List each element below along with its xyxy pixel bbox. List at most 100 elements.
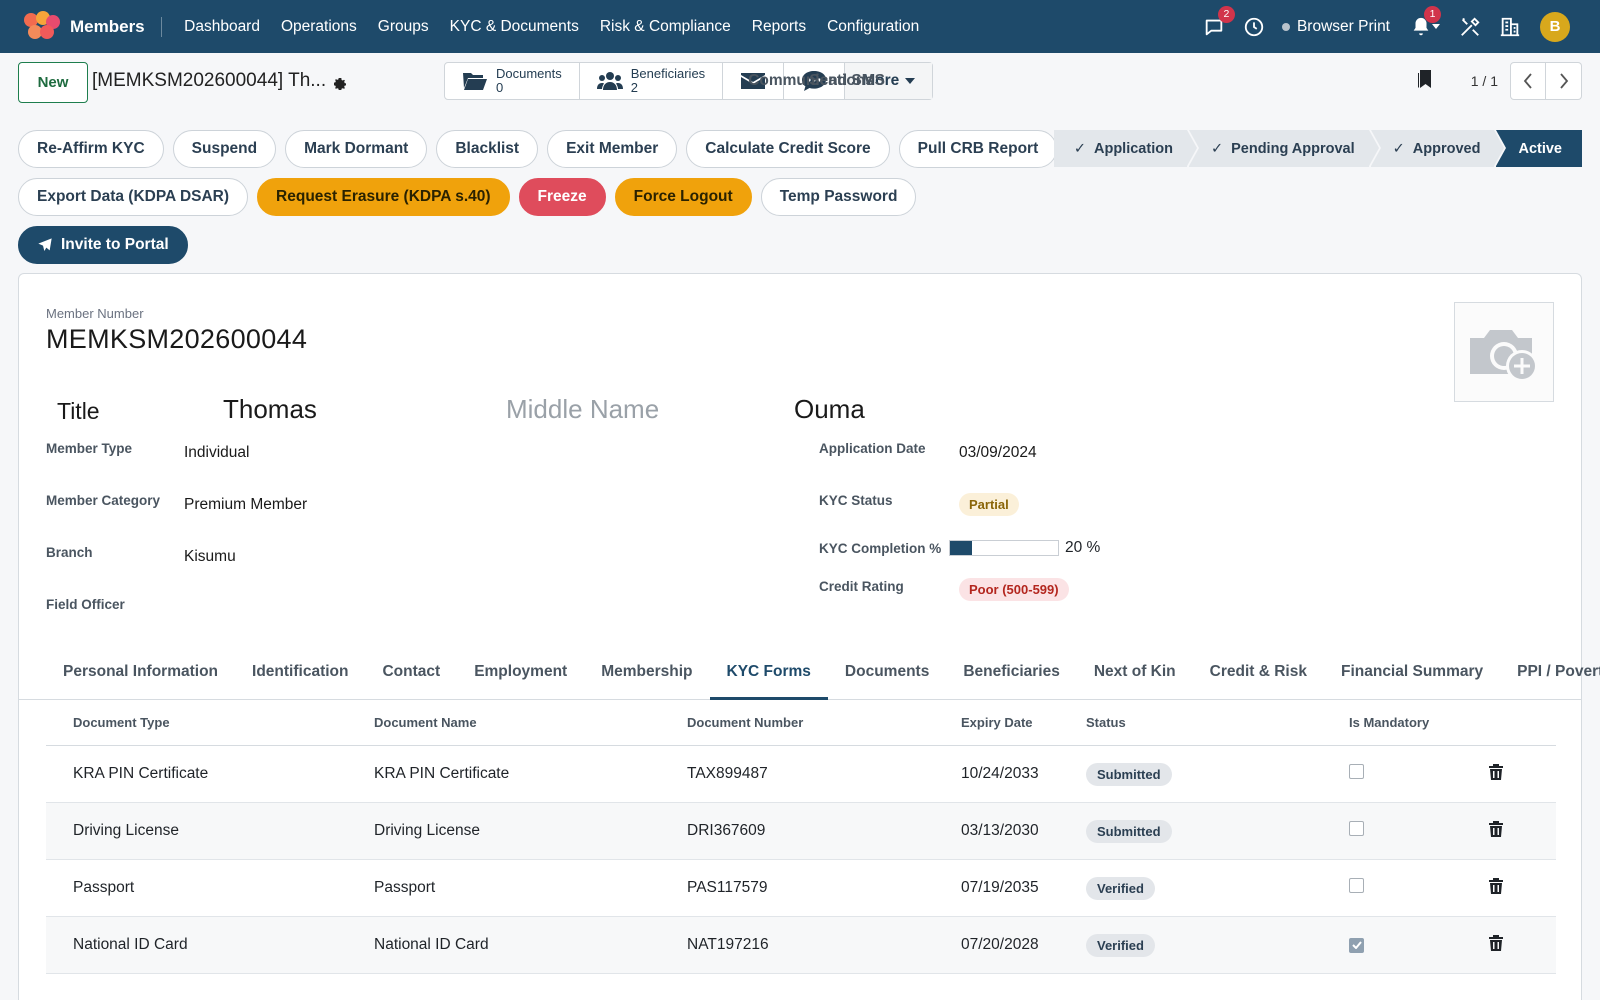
mandatory-checkbox[interactable] xyxy=(1349,937,1364,953)
mark-dormant-button[interactable]: Mark Dormant xyxy=(285,130,428,168)
menu-operations[interactable]: Operations xyxy=(270,18,367,36)
notifications-badge: 1 xyxy=(1424,5,1441,23)
table-row[interactable]: KRA PIN Certificate KRA PIN Certificate … xyxy=(46,746,1556,803)
mandatory-checkbox[interactable] xyxy=(1349,878,1364,893)
communications-smart-button[interactable]: Communications xyxy=(723,63,874,99)
gear-icon[interactable] xyxy=(332,76,348,96)
col-document-name[interactable]: Document Name xyxy=(374,715,687,730)
tab-membership[interactable]: Membership xyxy=(584,650,709,700)
member-category-field[interactable]: Premium Member xyxy=(184,496,307,514)
trash-icon[interactable] xyxy=(1489,877,1503,894)
tab-credit-risk[interactable]: Credit & Risk xyxy=(1193,650,1324,700)
user-avatar[interactable]: B xyxy=(1540,11,1570,42)
messages-icon[interactable]: 2 xyxy=(1202,5,1235,39)
force-logout-button[interactable]: Force Logout xyxy=(614,178,752,216)
camera-plus-icon xyxy=(1470,330,1538,382)
status-badge: Submitted xyxy=(1086,819,1172,843)
app-brand[interactable]: Members xyxy=(22,0,162,53)
title-field[interactable]: Title xyxy=(57,398,100,425)
tab-kyc-forms[interactable]: KYC Forms xyxy=(709,650,828,700)
freeze-button[interactable]: Freeze xyxy=(518,178,606,216)
notebook-tabs: Personal Information Identification Cont… xyxy=(19,650,1600,700)
trash-icon[interactable] xyxy=(1489,763,1503,780)
branch-field[interactable]: Kisumu xyxy=(184,548,236,566)
col-document-number[interactable]: Document Number xyxy=(687,715,961,730)
beneficiaries-smart-button[interactable]: Beneficiaries 2 xyxy=(580,63,724,99)
member-number-label: Member Number xyxy=(46,306,144,321)
clock-icon[interactable] xyxy=(1242,15,1266,39)
col-is-mandatory[interactable]: Is Mandatory xyxy=(1349,715,1489,730)
tab-employment[interactable]: Employment xyxy=(457,650,584,700)
next-record-button[interactable] xyxy=(1546,62,1582,100)
member-type-field[interactable]: Individual xyxy=(184,444,250,462)
trash-icon[interactable] xyxy=(1489,820,1503,837)
stage-application[interactable]: ✓ Application xyxy=(1053,130,1198,167)
tab-beneficiaries[interactable]: Beneficiaries xyxy=(946,650,1077,700)
col-status[interactable]: Status xyxy=(1086,715,1349,730)
member-photo-upload[interactable] xyxy=(1454,302,1554,402)
request-erasure-button[interactable]: Request Erasure (KDPA s.40) xyxy=(257,178,510,216)
stage-pending-approval[interactable]: ✓ Pending Approval xyxy=(1188,130,1379,167)
tools-icon[interactable] xyxy=(1458,15,1482,39)
tab-identification[interactable]: Identification xyxy=(235,650,365,700)
documents-smart-button[interactable]: Documents 0 xyxy=(445,63,580,99)
check-icon: ✓ xyxy=(1392,140,1405,157)
last-name-field[interactable]: Ouma xyxy=(794,394,865,425)
menu-reports[interactable]: Reports xyxy=(741,18,816,36)
tab-next-of-kin[interactable]: Next of Kin xyxy=(1077,650,1193,700)
exit-member-button[interactable]: Exit Member xyxy=(547,130,678,168)
stage-label: Active xyxy=(1518,140,1562,157)
col-document-type[interactable]: Document Type xyxy=(46,715,374,730)
documents-count: 0 xyxy=(496,80,504,95)
trash-icon[interactable] xyxy=(1489,934,1503,951)
member-number-field[interactable]: MEMKSM202600044 xyxy=(46,324,307,355)
cell-document-number: PAS117579 xyxy=(687,879,768,896)
new-record-button[interactable]: New xyxy=(18,62,88,103)
app-name: Members xyxy=(70,16,162,37)
tab-documents[interactable]: Documents xyxy=(828,650,946,700)
suspend-button[interactable]: Suspend xyxy=(172,130,277,168)
stage-active[interactable]: Active xyxy=(1496,130,1582,167)
tab-financial-summary[interactable]: Financial Summary xyxy=(1324,650,1500,700)
stage-approved[interactable]: ✓ Approved xyxy=(1370,130,1505,167)
table-row[interactable]: Passport Passport PAS117579 07/19/2035 V… xyxy=(46,860,1556,917)
export-data-button[interactable]: Export Data (KDPA DSAR) xyxy=(18,178,249,216)
first-name-field[interactable]: Thomas xyxy=(223,394,317,425)
pager-counter[interactable]: 1 / 1 xyxy=(1471,73,1498,89)
temp-password-button[interactable]: Temp Password xyxy=(760,178,917,216)
mandatory-checkbox[interactable] xyxy=(1349,821,1364,836)
credit-rating-label: Credit Rating xyxy=(819,579,904,594)
status-badge: Verified xyxy=(1086,876,1155,900)
menu-dashboard[interactable]: Dashboard xyxy=(174,18,271,36)
invite-to-portal-button[interactable]: Invite to Portal xyxy=(18,226,188,264)
tab-contact[interactable]: Contact xyxy=(365,650,457,700)
table-row[interactable]: Driving License Driving License DRI36760… xyxy=(46,803,1556,860)
bell-icon[interactable]: 1 xyxy=(1408,5,1442,39)
kyc-completion-value: 20 % xyxy=(1065,539,1101,556)
previous-record-button[interactable] xyxy=(1510,62,1546,100)
menu-kyc-documents[interactable]: KYC & Documents xyxy=(439,18,589,36)
cell-document-name: Passport xyxy=(374,879,436,896)
tab-ppi-poverty[interactable]: PPI / Poverty xyxy=(1500,650,1600,700)
application-date-field[interactable]: 03/09/2024 xyxy=(959,444,1037,462)
tab-personal-information[interactable]: Personal Information xyxy=(46,650,235,700)
mandatory-checkbox[interactable] xyxy=(1349,764,1364,779)
browser-print-toggle[interactable]: Browser Print xyxy=(1281,18,1390,36)
company-building-icon[interactable] xyxy=(1498,15,1522,39)
menu-configuration[interactable]: Configuration xyxy=(817,18,930,36)
documents-label: Documents xyxy=(496,66,562,81)
table-row[interactable]: National ID Card National ID Card NAT197… xyxy=(46,917,1556,974)
pull-crb-report-button[interactable]: Pull CRB Report xyxy=(898,130,1058,168)
menu-groups[interactable]: Groups xyxy=(367,18,439,36)
bookmark-icon[interactable] xyxy=(1417,69,1433,93)
chevron-right-icon xyxy=(1559,73,1568,89)
blacklist-button[interactable]: Blacklist xyxy=(436,130,539,168)
col-expiry-date[interactable]: Expiry Date xyxy=(961,715,1086,730)
invite-label: Invite to Portal xyxy=(61,236,169,253)
calculate-credit-score-button[interactable]: Calculate Credit Score xyxy=(686,130,890,168)
reaffirm-kyc-button[interactable]: Re-Affirm KYC xyxy=(18,130,164,168)
users-icon xyxy=(596,72,623,90)
stage-label: Approved xyxy=(1412,140,1481,157)
middle-name-field[interactable]: Middle Name xyxy=(506,394,659,425)
menu-risk-compliance[interactable]: Risk & Compliance xyxy=(589,18,741,36)
